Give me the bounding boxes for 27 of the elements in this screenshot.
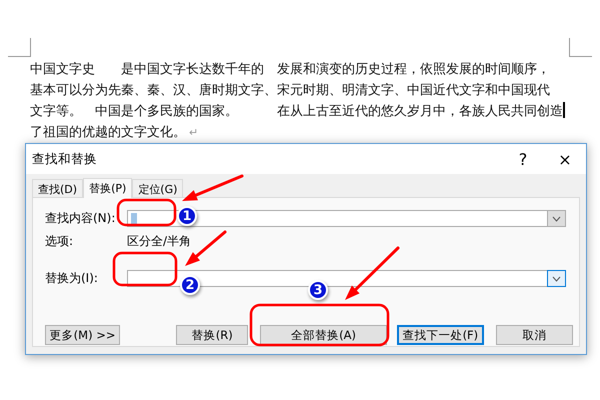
dialog-button[interactable]: 更多(M) >> (45, 325, 120, 345)
close-button[interactable]: × (544, 150, 586, 168)
field-label: 替换为(I): (45, 270, 99, 287)
dialog-button[interactable]: 全部替换(A) (260, 325, 387, 345)
dropdown-button[interactable] (547, 270, 566, 287)
tab[interactable]: 定位(G) (132, 179, 184, 197)
highlight-outline (116, 198, 176, 226)
tab[interactable]: 替换(P) (83, 178, 132, 198)
chevron-down-icon (552, 276, 561, 282)
dialog-title: 查找和替换 (32, 150, 98, 168)
options-label: 选项: (45, 233, 74, 250)
margin-corner-mark (8, 38, 31, 57)
help-button[interactable]: ? (502, 150, 544, 168)
dialog-button[interactable]: 替换(R) (176, 325, 248, 345)
document-paragraph: 中国文字史 是中国文字长达数千年的 发展和演变的历史过程，依照发展的时间顺序， 基本可以分为先秦、秦、汉、唐时期文字、宋元时期、明清文字、中国近代文字和中国现代 文字等。 中国是个多民族的国家。 在从上古至近代的悠久岁月中，各族人民共同创造 了祖国的优越的文字文化。 ↵ (30, 61, 566, 142)
field-label: 查找内容(N): (45, 210, 116, 227)
annotation-arrow (345, 246, 400, 300)
options-value: 区分全/半角 (127, 233, 192, 250)
dialog-button[interactable]: 查找下一处(F) (396, 325, 484, 345)
tab[interactable]: 查找(D) (32, 179, 84, 197)
chevron-down-icon (552, 216, 561, 222)
dialog-button[interactable]: 取消 (496, 325, 573, 345)
highlight-outline (112, 252, 178, 286)
margin-corner-mark (569, 38, 592, 57)
annotation-arrow (182, 174, 244, 201)
dropdown-button[interactable] (547, 211, 565, 226)
find-field[interactable] (127, 210, 566, 227)
